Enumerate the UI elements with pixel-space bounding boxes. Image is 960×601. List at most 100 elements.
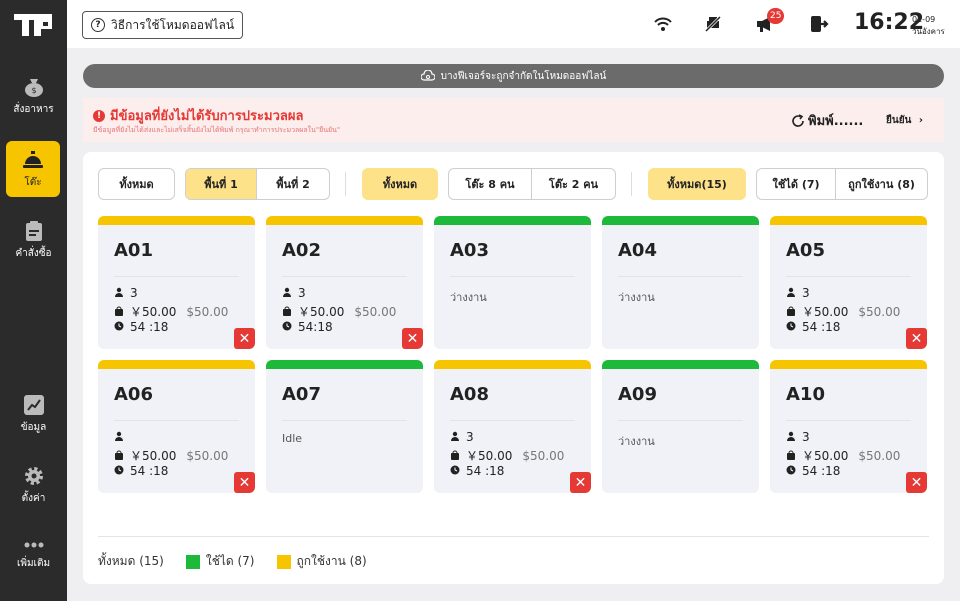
guest-count: 3: [802, 286, 810, 300]
sidebar-item-label: สั่งอาหาร: [13, 104, 54, 115]
floor-label: พื้นที่ 1: [204, 178, 238, 191]
sidebar-item-label: ข้อมูล: [20, 422, 47, 433]
legend-free: ใช้ได (7): [185, 552, 255, 571]
filter-all-areas[interactable]: ทั้งหมด: [98, 168, 175, 200]
table-card[interactable]: A06 ￥50.00 $50.00 54 :18 ✕: [98, 360, 255, 493]
confirm-label: ยืนยัน: [886, 115, 912, 126]
status-bar: [98, 216, 255, 225]
close-table-button[interactable]: ✕: [906, 328, 927, 349]
table-name: A03: [450, 240, 489, 261]
card-divider: [450, 276, 575, 277]
filter-label: ทั้งหมด: [119, 178, 154, 191]
bag-icon: [282, 305, 292, 319]
elapsed-time: 54 :18: [802, 464, 841, 478]
close-table-button[interactable]: ✕: [570, 472, 591, 493]
status-used-tab[interactable]: ถูกใช้งาน (8): [836, 169, 927, 199]
gear-icon: [24, 467, 43, 485]
size-2-tab[interactable]: โต๊ะ 2 คน: [532, 169, 615, 199]
table-card[interactable]: A02 3 ￥50.00 $50.00 54:18 ✕: [266, 216, 423, 349]
clipboard-icon: [25, 221, 42, 241]
guest-row: 3: [786, 430, 810, 444]
table-card[interactable]: A01 3 ￥50.00 $50.00 54 :18 ✕: [98, 216, 255, 349]
brand-logo: [14, 14, 52, 36]
clock-icon: [282, 320, 292, 334]
table-status: ว่างงาน: [618, 291, 655, 304]
sidebar: $ สั่งอาหาร โต๊ะ คำสั่งซื้อ ข้อมูล ตั้งค…: [0, 0, 67, 601]
guest-count: 3: [802, 430, 810, 444]
clock-icon: [114, 464, 124, 478]
table-name: A01: [114, 240, 153, 261]
confirm-button[interactable]: ยืนยัน ›: [886, 113, 923, 128]
sidebar-item-orders[interactable]: คำสั่งซื้อ: [0, 220, 67, 261]
offline-help-button[interactable]: ? วิธีการใช้โหมดออฟไลน์: [82, 11, 244, 39]
date-top: 01-09: [912, 15, 936, 24]
close-table-button[interactable]: ✕: [402, 328, 423, 349]
table-card[interactable]: A08 3 ￥50.00 $50.00 54 :18 ✕: [434, 360, 591, 493]
filter-label: ทั้งหมด(15): [667, 178, 727, 191]
print-label: พิมพ์......: [808, 114, 864, 129]
alert-title-row: ! มีข้อมูลที่ยังไม่ได้รับการประมวลผล: [93, 105, 303, 126]
status-bar: [434, 216, 591, 225]
size-8-tab[interactable]: โต๊ะ 8 คน: [449, 169, 532, 199]
table-card[interactable]: A03 ว่างงาน: [434, 216, 591, 349]
original-price: $50.00: [186, 304, 229, 319]
legend-label: ถูกใช้งาน (8): [296, 554, 367, 568]
wifi-icon[interactable]: [653, 14, 673, 34]
filter-status-all[interactable]: ทั้งหมด(15): [648, 168, 746, 200]
close-table-button[interactable]: ✕: [234, 328, 255, 349]
close-table-button[interactable]: ✕: [906, 472, 927, 493]
refresh-icon: [792, 113, 804, 127]
price: ￥50.00: [130, 449, 177, 463]
price: ￥50.00: [466, 449, 513, 463]
clock-icon: [450, 464, 460, 478]
sidebar-item-settings[interactable]: ตั้งค่า: [0, 465, 67, 506]
person-icon: [450, 430, 460, 444]
price: ￥50.00: [130, 305, 177, 319]
footer-divider: [98, 536, 929, 537]
price-row: ￥50.00 $50.00: [114, 303, 228, 320]
price-row: ￥50.00 $50.00: [282, 303, 396, 320]
close-table-button[interactable]: ✕: [234, 472, 255, 493]
card-divider: [618, 276, 743, 277]
table-card[interactable]: A04 ว่างงาน: [602, 216, 759, 349]
sidebar-item-label: คำสั่งซื้อ: [15, 248, 52, 259]
filter-all-sizes[interactable]: ทั้งหมด: [362, 168, 438, 200]
person-icon: [282, 286, 292, 300]
table-card[interactable]: A09 ว่างงาน: [602, 360, 759, 493]
floor-2-tab[interactable]: พื้นที่ 2: [257, 169, 329, 199]
table-size-segment: โต๊ะ 8 คน โต๊ะ 2 คน: [448, 168, 616, 200]
reprint-button[interactable]: พิมพ์......: [791, 110, 863, 131]
sidebar-item-tables[interactable]: โต๊ะ: [6, 141, 60, 197]
table-name: A10: [786, 384, 825, 405]
table-card[interactable]: A05 3 ￥50.00 $50.00 54 :18 ✕: [770, 216, 927, 349]
floor-1-tab[interactable]: พื้นที่ 1: [186, 169, 258, 199]
sidebar-item-data[interactable]: ข้อมูล: [0, 394, 67, 435]
logout-icon[interactable]: [809, 14, 829, 34]
card-divider: [114, 276, 239, 277]
status-bar: [770, 360, 927, 369]
original-price: $50.00: [858, 304, 901, 319]
status-free-tab[interactable]: ใช้ได้ (7): [757, 169, 837, 199]
more-dots-icon: [24, 542, 43, 548]
top-bar: ? วิธีการใช้โหมดออฟไลน์ 25 16:22 01-09 ว…: [67, 0, 960, 48]
guest-row: 3: [282, 286, 306, 300]
status-label: ถูกใช้งาน (8): [848, 178, 915, 191]
printer-off-icon[interactable]: [703, 14, 723, 34]
sidebar-item-label: ตั้งค่า: [21, 493, 46, 504]
status-legend: ทั้งหมด (15) ใช้ได (7) ถูกใช้งาน (8): [98, 552, 379, 571]
unprocessed-alert: ! มีข้อมูลที่ยังไม่ได้รับการประมวลผล มีข…: [83, 98, 944, 142]
price: ￥50.00: [802, 305, 849, 319]
elapsed-time: 54 :18: [130, 464, 169, 478]
clock-icon: [114, 320, 124, 334]
table-status: ว่างงาน: [450, 291, 487, 304]
table-card[interactable]: A10 3 ￥50.00 $50.00 54 :18 ✕: [770, 360, 927, 493]
sidebar-item-more[interactable]: เพิ่มเติม: [0, 538, 67, 571]
close-icon: ✕: [238, 474, 251, 491]
bag-icon: [786, 305, 796, 319]
table-card[interactable]: A07 Idle: [266, 360, 423, 493]
sidebar-item-order-food[interactable]: $ สั่งอาหาร: [0, 76, 67, 117]
size-label: โต๊ะ 2 คน: [548, 178, 599, 191]
status-bar: [602, 360, 759, 369]
close-icon: ✕: [574, 474, 587, 491]
time-row: 54 :18: [450, 464, 504, 478]
